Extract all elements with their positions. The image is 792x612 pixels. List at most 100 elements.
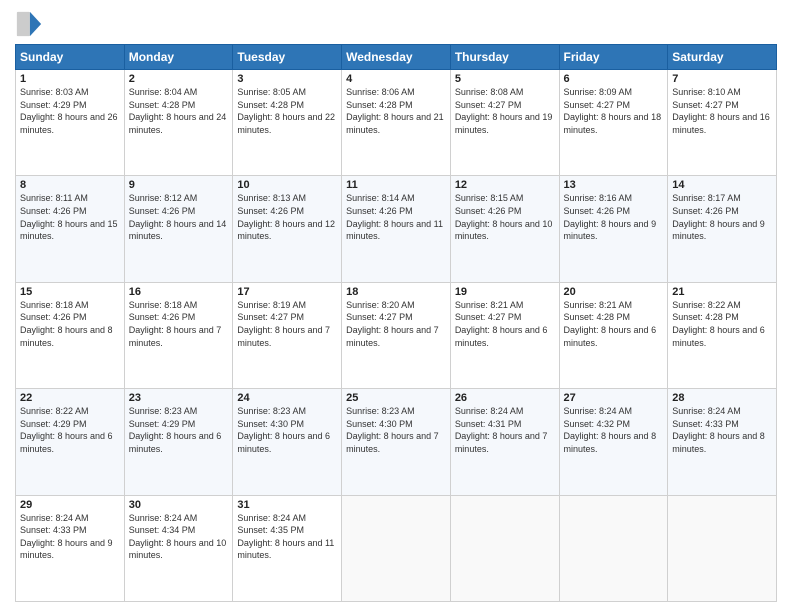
col-header-friday: Friday [559, 45, 668, 70]
day-info: Sunrise: 8:08 AMSunset: 4:27 PMDaylight:… [455, 87, 553, 135]
day-info: Sunrise: 8:21 AMSunset: 4:28 PMDaylight:… [564, 300, 657, 348]
day-info: Sunrise: 8:24 AMSunset: 4:33 PMDaylight:… [20, 513, 113, 561]
day-number: 8 [20, 179, 120, 191]
day-number: 16 [129, 286, 229, 298]
calendar-cell: 14 Sunrise: 8:17 AMSunset: 4:26 PMDayligh… [668, 176, 777, 282]
day-info: Sunrise: 8:12 AMSunset: 4:26 PMDaylight:… [129, 193, 227, 241]
day-info: Sunrise: 8:13 AMSunset: 4:26 PMDaylight:… [237, 193, 335, 241]
calendar-cell: 3 Sunrise: 8:05 AMSunset: 4:28 PMDaylight… [233, 70, 342, 176]
day-info: Sunrise: 8:23 AMSunset: 4:30 PMDaylight:… [237, 406, 330, 454]
day-number: 6 [564, 73, 664, 85]
day-info: Sunrise: 8:03 AMSunset: 4:29 PMDaylight:… [20, 87, 118, 135]
day-info: Sunrise: 8:22 AMSunset: 4:28 PMDaylight:… [672, 300, 765, 348]
day-info: Sunrise: 8:19 AMSunset: 4:27 PMDaylight:… [237, 300, 330, 348]
day-info: Sunrise: 8:11 AMSunset: 4:26 PMDaylight:… [20, 193, 118, 241]
day-number: 27 [564, 392, 664, 404]
day-info: Sunrise: 8:04 AMSunset: 4:28 PMDaylight:… [129, 87, 227, 135]
calendar-cell: 13 Sunrise: 8:16 AMSunset: 4:26 PMDayligh… [559, 176, 668, 282]
calendar-cell: 10 Sunrise: 8:13 AMSunset: 4:26 PMDayligh… [233, 176, 342, 282]
calendar-cell: 30 Sunrise: 8:24 AMSunset: 4:34 PMDayligh… [124, 495, 233, 601]
calendar-cell: 23 Sunrise: 8:23 AMSunset: 4:29 PMDayligh… [124, 389, 233, 495]
col-header-tuesday: Tuesday [233, 45, 342, 70]
day-number: 19 [455, 286, 555, 298]
day-number: 3 [237, 73, 337, 85]
day-number: 11 [346, 179, 446, 191]
calendar-cell: 8 Sunrise: 8:11 AMSunset: 4:26 PMDaylight… [16, 176, 125, 282]
calendar-cell [559, 495, 668, 601]
calendar-cell: 7Sunrise: 8:10 AMSunset: 4:27 PMDaylight… [668, 70, 777, 176]
day-number: 26 [455, 392, 555, 404]
calendar-cell: 5 Sunrise: 8:08 AMSunset: 4:27 PMDaylight… [450, 70, 559, 176]
calendar-cell: 9 Sunrise: 8:12 AMSunset: 4:26 PMDaylight… [124, 176, 233, 282]
day-number: 22 [20, 392, 120, 404]
logo-icon [15, 10, 43, 38]
calendar-cell: 31 Sunrise: 8:24 AMSunset: 4:35 PMDayligh… [233, 495, 342, 601]
day-info: Sunrise: 8:23 AMSunset: 4:29 PMDaylight:… [129, 406, 222, 454]
day-info: Sunrise: 8:22 AMSunset: 4:29 PMDaylight:… [20, 406, 113, 454]
calendar-cell [342, 495, 451, 601]
day-info: Sunrise: 8:16 AMSunset: 4:26 PMDaylight:… [564, 193, 657, 241]
day-number: 31 [237, 499, 337, 511]
calendar-cell: 21 Sunrise: 8:22 AMSunset: 4:28 PMDayligh… [668, 282, 777, 388]
calendar-cell: 16 Sunrise: 8:18 AMSunset: 4:26 PMDayligh… [124, 282, 233, 388]
day-number: 14 [672, 179, 772, 191]
calendar-cell: 2 Sunrise: 8:04 AMSunset: 4:28 PMDaylight… [124, 70, 233, 176]
day-number: 2 [129, 73, 229, 85]
col-header-wednesday: Wednesday [342, 45, 451, 70]
calendar-cell: 28Sunrise: 8:24 AMSunset: 4:33 PMDayligh… [668, 389, 777, 495]
calendar-cell: 26 Sunrise: 8:24 AMSunset: 4:31 PMDayligh… [450, 389, 559, 495]
day-number: 7 [672, 73, 772, 85]
calendar-cell: 19Sunrise: 8:21 AMSunset: 4:27 PMDayligh… [450, 282, 559, 388]
day-number: 9 [129, 179, 229, 191]
day-info: Sunrise: 8:15 AMSunset: 4:26 PMDaylight:… [455, 193, 553, 241]
col-header-saturday: Saturday [668, 45, 777, 70]
day-number: 25 [346, 392, 446, 404]
day-number: 28 [672, 392, 772, 404]
logo [15, 10, 47, 38]
day-info: Sunrise: 8:05 AMSunset: 4:28 PMDaylight:… [237, 87, 335, 135]
day-info: Sunrise: 8:24 AMSunset: 4:34 PMDaylight:… [129, 513, 227, 561]
day-number: 29 [20, 499, 120, 511]
calendar-cell [450, 495, 559, 601]
day-number: 21 [672, 286, 772, 298]
day-info: Sunrise: 8:17 AMSunset: 4:26 PMDaylight:… [672, 193, 765, 241]
calendar-cell: 12 Sunrise: 8:15 AMSunset: 4:26 PMDayligh… [450, 176, 559, 282]
day-info: Sunrise: 8:06 AMSunset: 4:28 PMDaylight:… [346, 87, 444, 135]
day-number: 5 [455, 73, 555, 85]
day-number: 1 [20, 73, 120, 85]
calendar-cell: 6 Sunrise: 8:09 AMSunset: 4:27 PMDaylight… [559, 70, 668, 176]
col-header-thursday: Thursday [450, 45, 559, 70]
day-info: Sunrise: 8:24 AMSunset: 4:31 PMDaylight:… [455, 406, 548, 454]
day-number: 13 [564, 179, 664, 191]
day-number: 12 [455, 179, 555, 191]
day-number: 15 [20, 286, 120, 298]
calendar-cell: 24 Sunrise: 8:23 AMSunset: 4:30 PMDayligh… [233, 389, 342, 495]
calendar-cell: 27 Sunrise: 8:24 AMSunset: 4:32 PMDayligh… [559, 389, 668, 495]
calendar-table: SundayMondayTuesdayWednesdayThursdayFrid… [15, 44, 777, 602]
week-row: 8 Sunrise: 8:11 AMSunset: 4:26 PMDaylight… [16, 176, 777, 282]
page: SundayMondayTuesdayWednesdayThursdayFrid… [0, 0, 792, 612]
col-header-monday: Monday [124, 45, 233, 70]
calendar-cell: 1 Sunrise: 8:03 AMSunset: 4:29 PMDaylight… [16, 70, 125, 176]
calendar-cell [668, 495, 777, 601]
day-info: Sunrise: 8:14 AMSunset: 4:26 PMDaylight:… [346, 193, 443, 241]
header-row: SundayMondayTuesdayWednesdayThursdayFrid… [16, 45, 777, 70]
calendar-cell: 20Sunrise: 8:21 AMSunset: 4:28 PMDayligh… [559, 282, 668, 388]
week-row: 29 Sunrise: 8:24 AMSunset: 4:33 PMDayligh… [16, 495, 777, 601]
week-row: 22 Sunrise: 8:22 AMSunset: 4:29 PMDayligh… [16, 389, 777, 495]
day-number: 23 [129, 392, 229, 404]
day-info: Sunrise: 8:24 AMSunset: 4:35 PMDaylight:… [237, 513, 334, 561]
day-info: Sunrise: 8:18 AMSunset: 4:26 PMDaylight:… [20, 300, 113, 348]
calendar-cell: 22 Sunrise: 8:22 AMSunset: 4:29 PMDayligh… [16, 389, 125, 495]
col-header-sunday: Sunday [16, 45, 125, 70]
day-info: Sunrise: 8:09 AMSunset: 4:27 PMDaylight:… [564, 87, 662, 135]
day-number: 10 [237, 179, 337, 191]
calendar-cell: 18Sunrise: 8:20 AMSunset: 4:27 PMDayligh… [342, 282, 451, 388]
day-number: 24 [237, 392, 337, 404]
day-info: Sunrise: 8:23 AMSunset: 4:30 PMDaylight:… [346, 406, 439, 454]
day-info: Sunrise: 8:24 AMSunset: 4:32 PMDaylight:… [564, 406, 657, 454]
calendar-cell: 15 Sunrise: 8:18 AMSunset: 4:26 PMDayligh… [16, 282, 125, 388]
day-number: 30 [129, 499, 229, 511]
day-info: Sunrise: 8:18 AMSunset: 4:26 PMDaylight:… [129, 300, 222, 348]
day-number: 4 [346, 73, 446, 85]
